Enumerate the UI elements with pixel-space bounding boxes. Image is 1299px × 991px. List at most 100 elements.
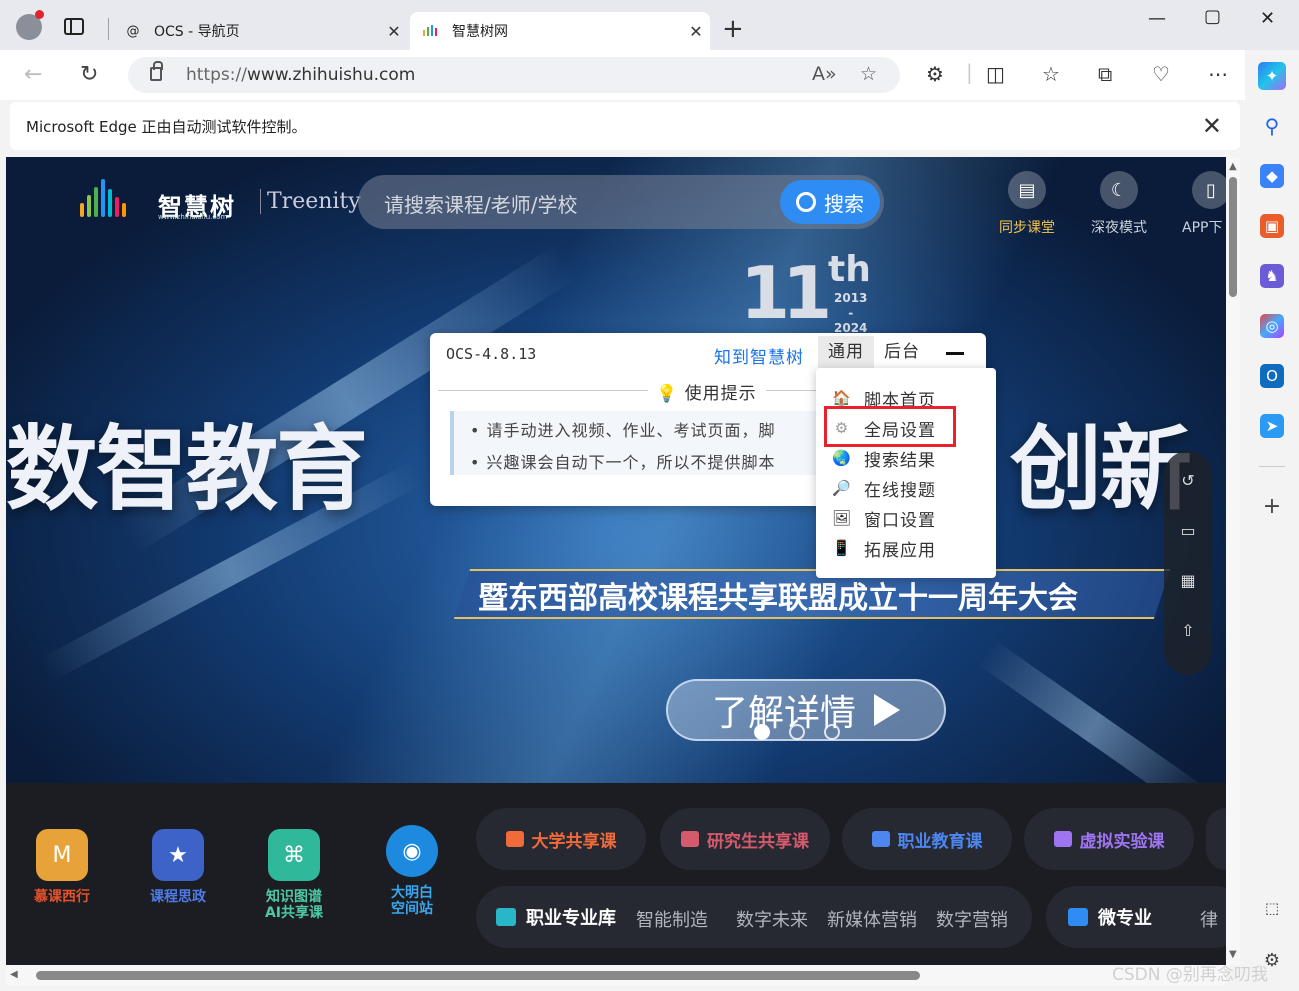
ocs-tab-general[interactable]: 通用 [818,336,874,368]
browser-essentials-icon[interactable]: ♡ [1152,62,1170,86]
tab-actions-icon[interactable] [64,18,84,35]
refresh-icon[interactable]: ↻ [80,62,98,87]
vertical-scrollbar[interactable]: ▲ ▼ [1226,157,1240,965]
office-icon[interactable]: ◎ [1260,314,1284,338]
scroll-down-icon[interactable]: ▼ [1229,949,1237,960]
url-text[interactable]: https://www.zhihuishu.com [186,65,415,85]
pill-virtual-lab[interactable]: 虚拟实验课 [1024,808,1194,870]
customer-service-icon[interactable]: ↺ [1176,471,1200,495]
category-item[interactable]: 智能制造 [636,906,708,932]
lightbulb-icon: 💡 [656,384,679,404]
category-item[interactable]: 数字营销 [936,906,1008,932]
app-ideology[interactable]: ★ 课程思政 [130,829,226,905]
carousel-dot[interactable] [789,724,805,740]
night-mode-link[interactable]: ☾ 深夜模式 [1084,171,1154,237]
minimize-icon[interactable]: — [1148,8,1166,29]
outlook-icon[interactable]: O [1260,364,1284,388]
read-aloud-icon[interactable]: A» [812,63,837,85]
games-icon[interactable]: ♞ [1260,264,1284,288]
maximize-icon[interactable]: ▢ [1204,6,1221,27]
library-icon [496,908,516,926]
more-menu-icon[interactable]: ⋯ [1208,62,1228,86]
menu-item-search-results[interactable]: 🌏 搜索结果 [832,444,936,472]
collections-icon[interactable]: ⧉ [1098,62,1112,86]
site-logo-icon[interactable] [80,179,126,217]
site-search-button[interactable]: 搜索 [780,180,880,224]
zhihuishu-icon [422,22,440,40]
micro-major-main[interactable]: 微专业 [1068,904,1152,930]
qr-code-icon[interactable]: ▦ [1176,571,1200,595]
back-arrow-icon[interactable]: ← [24,62,42,87]
app-label: 慕课西行 [34,889,90,905]
app-damingbai[interactable]: ◉ 大明白 空间站 [364,825,460,917]
app-download-label: APP下 [1182,220,1223,236]
address-bar[interactable]: https://www.zhihuishu.com A» ☆ [128,57,900,93]
menu-item-extensions[interactable]: 📱 拓展应用 [832,534,936,562]
app-mooc-west[interactable]: M 慕课西行 [14,829,110,905]
pill-more[interactable] [1206,808,1226,870]
category-item[interactable]: 新媒体营销 [827,906,917,932]
minimize-panel-icon[interactable] [946,352,964,355]
picture-icon: 🖼 [832,509,853,527]
menu-item-online-search[interactable]: 🔎 在线搜题 [832,474,936,502]
feedback-icon[interactable]: ▭ [1176,521,1200,545]
close-window-icon[interactable]: ✕ [1260,8,1275,29]
carousel-dot[interactable] [824,724,840,740]
toolbox-icon[interactable]: ▣ [1260,214,1284,238]
ocs-tab-backend[interactable]: 后台 [874,336,930,368]
profile-avatar-icon[interactable] [16,10,44,40]
horizontal-scrollbar[interactable]: ◀ [6,965,1226,985]
robot-face-icon: ◉ [386,825,438,877]
scroll-up-icon[interactable]: ▲ [1229,161,1237,172]
send-icon[interactable]: ➤ [1260,414,1284,438]
screenshot-icon[interactable]: ⬚ [1260,896,1284,920]
pill-graduate-course[interactable]: 研究生共享课 [660,808,830,870]
close-tab-icon[interactable]: ✕ [682,22,710,41]
mooc-west-icon: M [36,829,88,881]
learn-more-button[interactable]: 了解详情 [666,679,946,741]
tab-zhihuishu[interactable]: 智慧树网 ✕ [410,12,710,50]
favorites-icon[interactable]: ☆ [1042,62,1060,86]
banner-slogan-right: 创新 [1010,416,1192,523]
close-infobar-icon[interactable]: ✕ [1202,112,1222,140]
tab-ocs[interactable]: @ OCS - 导航页 ✕ [112,12,408,50]
scroll-left-icon[interactable]: ◀ [10,969,18,980]
search-icon[interactable]: ⚲ [1260,114,1284,138]
menu-item-window-settings[interactable]: 🖼 窗口设置 [832,504,936,532]
site-logo-domain: www.zhihuishu.com [158,213,228,221]
category-item[interactable]: 数字未来 [736,906,808,932]
category-main[interactable]: 职业专业库 [496,904,616,930]
banner-slogan-left: 数智教育 [6,416,368,523]
app-knowledge-graph[interactable]: ⌘ 知识图谱 AI共享课 [246,829,342,921]
carousel-dot[interactable] [754,724,770,740]
site-logo-brand: Treenity [260,189,361,214]
tab-strip: @ OCS - 导航页 ✕ 智慧树网 ✕ + — ▢ ✕ [0,0,1299,50]
vertical-scroll-thumb[interactable] [1229,177,1237,297]
lock-icon[interactable] [150,61,163,81]
split-screen-icon[interactable]: ◫ [986,62,1005,86]
extensions-icon[interactable]: ⚙ [926,62,944,86]
tag-icon[interactable]: ◆ [1260,164,1284,188]
night-mode-icon: ☾ [1100,171,1138,209]
close-tab-icon[interactable]: ✕ [380,22,408,41]
sidebar-divider [1259,466,1285,467]
pill-university-course[interactable]: 大学共享课 [476,808,646,870]
ocs-version: OCS-4.8.13 [446,345,537,363]
pill-vocational-course[interactable]: 职业教育课 [842,808,1012,870]
night-mode-label: 深夜模式 [1091,220,1147,236]
back-to-top-icon[interactable]: ⇧ [1176,621,1200,645]
add-icon[interactable]: + [1260,494,1284,519]
tips-box: • 请手动进入视频、作业、考试页面，脚 • 兴趣课会自动下一个，所以不提供脚本 [450,411,830,475]
app-download-link[interactable]: ▯ APP下 [1176,171,1226,237]
site-search-input[interactable]: 请搜索课程/老师/学校 [384,189,577,218]
new-tab-icon[interactable]: + [722,14,744,44]
category-section: M 慕课西行 ★ 课程思政 ⌘ 知识图谱 AI共享课 ◉ 大明白 空间站 大学共… [6,783,1226,965]
ocs-platform-link[interactable]: 知到智慧树 [714,343,804,368]
favorite-star-icon[interactable]: ☆ [860,63,877,85]
category-item[interactable]: 律 [1200,906,1218,932]
magnifier-icon: 🔎 [832,479,852,497]
copilot-icon[interactable]: ✦ [1258,62,1286,90]
sync-classroom-link[interactable]: ▤ 同步课堂 [992,171,1062,237]
horizontal-scroll-thumb[interactable] [36,971,920,980]
classroom-icon: ▤ [1008,171,1046,209]
